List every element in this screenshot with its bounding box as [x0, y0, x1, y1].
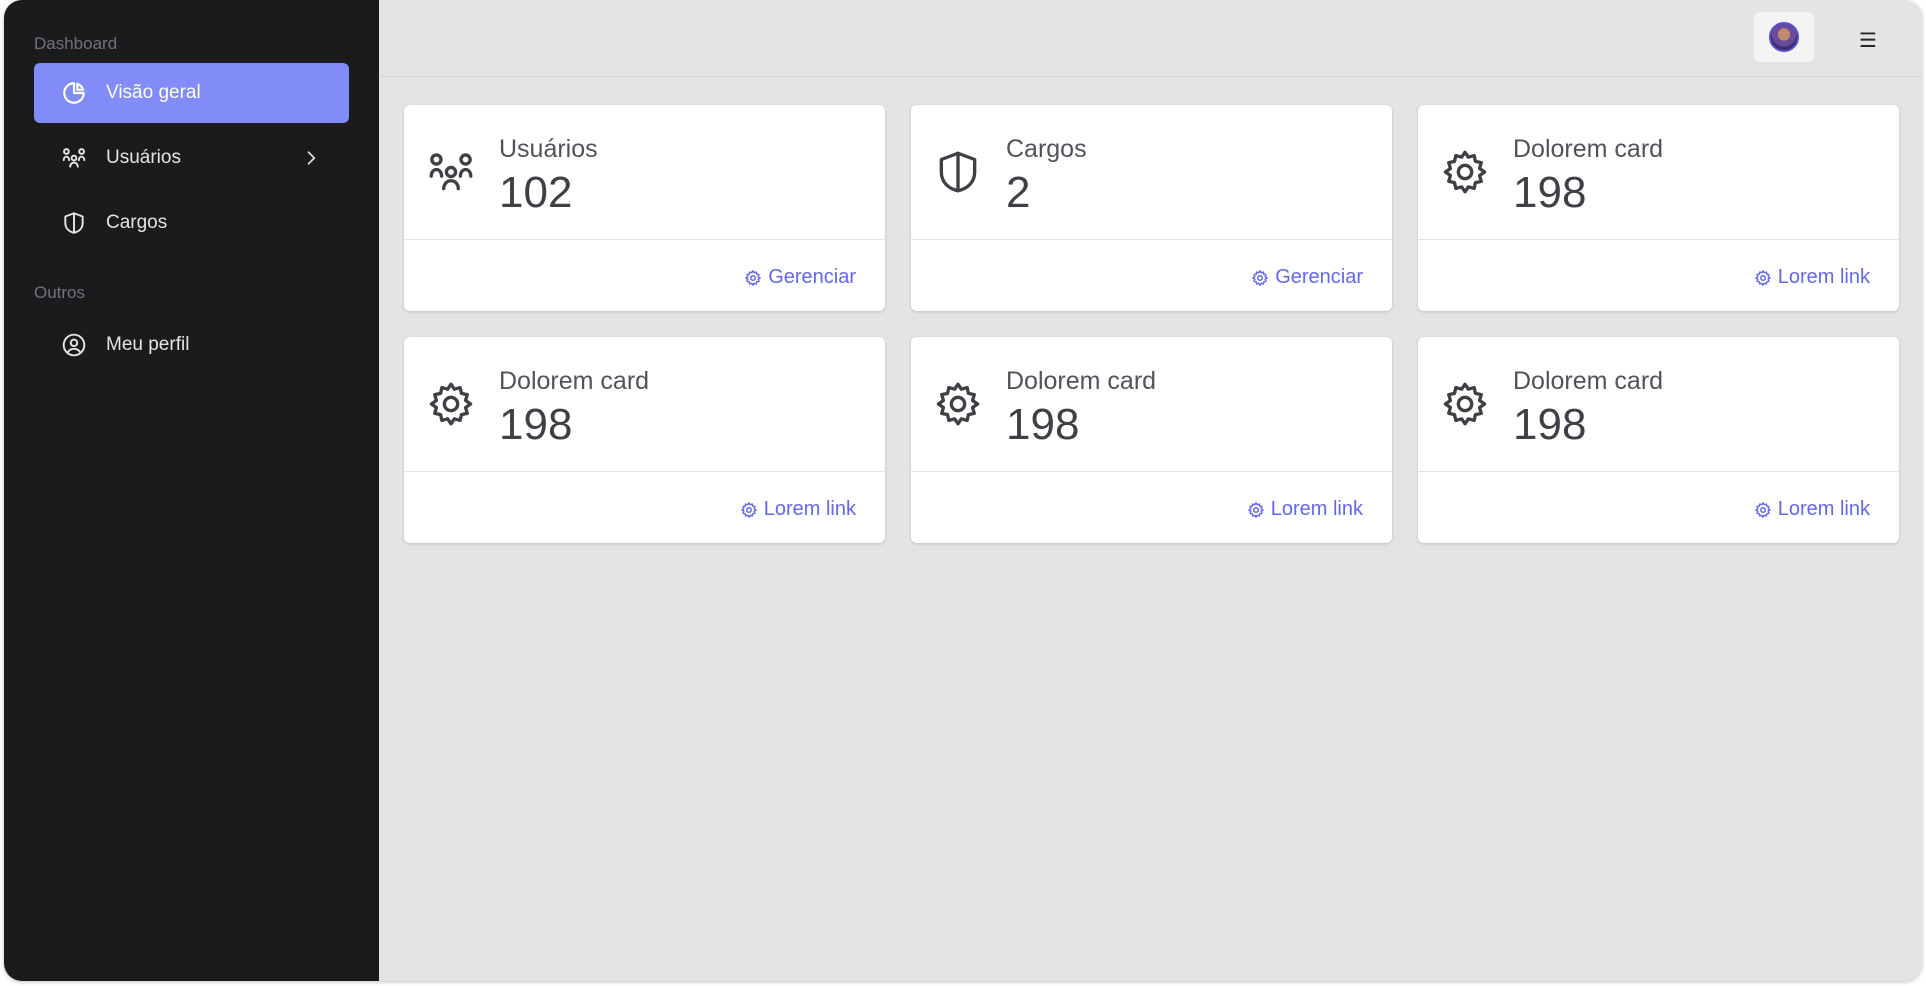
gear-icon	[426, 379, 476, 429]
gear-icon	[1440, 147, 1490, 197]
menu-icon[interactable]: ☰	[1850, 22, 1886, 58]
stat-card: Dolorem card 198 Lorem link	[404, 337, 885, 543]
card-link[interactable]: Lorem link	[1754, 266, 1870, 289]
card-value: 2	[1006, 168, 1031, 217]
avatar	[1769, 22, 1799, 52]
gear-icon	[740, 501, 758, 519]
gear-icon	[1754, 269, 1772, 287]
sidebar-item-cargos[interactable]: Cargos	[34, 193, 349, 253]
gear-icon	[1440, 379, 1490, 429]
stat-card: Dolorem card 198 Lorem link	[911, 337, 1392, 543]
user-circle-icon	[60, 331, 88, 359]
card-link[interactable]: Gerenciar	[1251, 266, 1363, 289]
card-label: Dolorem card	[1513, 135, 1664, 163]
card-link[interactable]: Lorem link	[740, 498, 856, 521]
pie-chart-icon	[60, 79, 88, 107]
app-window: Dashboard Visão geral Usuários Cargos Ou…	[4, 0, 1922, 981]
card-label: Dolorem card	[1513, 367, 1664, 395]
card-label: Usuários	[499, 135, 598, 163]
gear-icon	[744, 269, 762, 287]
gear-icon	[1754, 501, 1772, 519]
card-link-label: Lorem link	[1777, 498, 1870, 520]
card-link-label: Lorem link	[763, 498, 856, 520]
avatar-button[interactable]	[1754, 12, 1814, 62]
users-icon	[60, 144, 88, 172]
sidebar-item-label: Meu perfil	[106, 334, 190, 355]
card-label: Dolorem card	[499, 367, 650, 395]
card-label: Cargos	[1006, 135, 1087, 163]
card-value: 198	[1513, 168, 1587, 217]
sidebar-item-usuarios[interactable]: Usuários	[34, 128, 349, 188]
card-value: 198	[1006, 400, 1080, 449]
card-link[interactable]: Lorem link	[1247, 498, 1363, 521]
topbar: ☰	[379, 0, 1922, 77]
card-value: 198	[499, 400, 573, 449]
gear-icon	[933, 379, 983, 429]
sidebar-item-label: Visão geral	[106, 82, 201, 103]
card-link-label: Gerenciar	[1275, 266, 1363, 288]
gear-icon	[1247, 501, 1265, 519]
stat-card: Usuários 102 Gerenciar	[404, 105, 885, 311]
shield-icon	[60, 209, 88, 237]
sidebar-item-label: Usuários	[106, 147, 181, 168]
stat-card: Dolorem card 198 Lorem link	[1418, 105, 1899, 311]
card-link-label: Lorem link	[1270, 498, 1363, 520]
sidebar: Dashboard Visão geral Usuários Cargos Ou…	[4, 0, 379, 981]
card-value: 198	[1513, 400, 1587, 449]
sidebar-item-meu-perfil[interactable]: Meu perfil	[34, 315, 349, 375]
chevron-right-icon[interactable]	[301, 148, 321, 168]
card-label: Dolorem card	[1006, 367, 1157, 395]
card-link[interactable]: Gerenciar	[744, 266, 856, 289]
card-link-label: Lorem link	[1777, 266, 1870, 288]
users-icon	[426, 147, 476, 197]
card-value: 102	[499, 168, 573, 217]
sidebar-item-label: Cargos	[106, 212, 168, 233]
shield-icon	[933, 147, 983, 197]
gear-icon	[1251, 269, 1269, 287]
stat-card: Cargos 2 Gerenciar	[911, 105, 1392, 311]
sidebar-section-dashboard: Dashboard	[34, 34, 118, 53]
dashboard-cards: Usuários 102 Gerenciar Cargos 2 Gerencia…	[404, 105, 1901, 543]
card-link-label: Gerenciar	[768, 266, 856, 288]
card-link[interactable]: Lorem link	[1754, 498, 1870, 521]
sidebar-item-visao-geral[interactable]: Visão geral	[34, 63, 349, 123]
sidebar-section-outros: Outros	[34, 283, 86, 302]
stat-card: Dolorem card 198 Lorem link	[1418, 337, 1899, 543]
